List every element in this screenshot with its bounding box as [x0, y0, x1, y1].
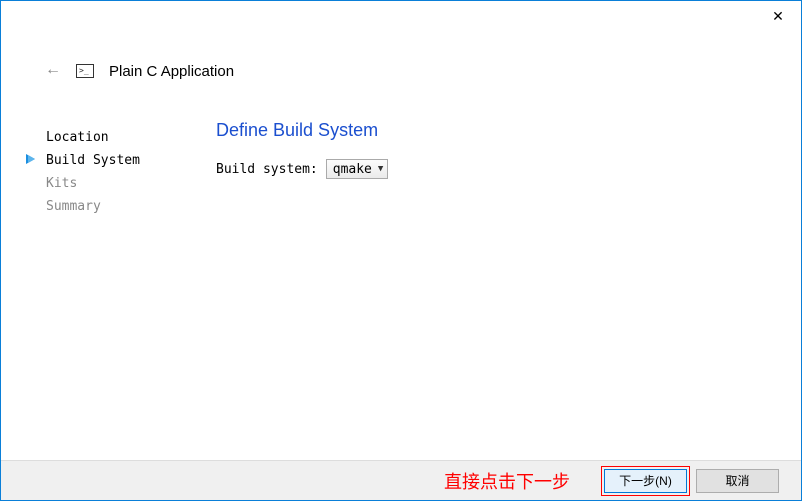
- close-button[interactable]: ✕: [755, 1, 801, 31]
- cancel-button[interactable]: 取消: [696, 469, 779, 493]
- step-label: Build System: [46, 153, 140, 168]
- build-system-label: Build system:: [216, 162, 318, 177]
- step-kits: Kits: [46, 172, 201, 195]
- terminal-icon: [76, 64, 94, 78]
- annotation-highlight: 下一步(N): [601, 466, 690, 496]
- close-icon: ✕: [772, 8, 784, 25]
- wizard-title: Plain C Application: [109, 63, 234, 80]
- next-button-label: 下一步(N): [619, 472, 672, 489]
- footer: 直接点击下一步 下一步(N) 取消: [1, 460, 801, 500]
- build-system-select[interactable]: qmake ▼: [326, 159, 389, 179]
- step-label: Summary: [46, 199, 101, 214]
- step-location: Location: [46, 126, 201, 149]
- annotation-text: 直接点击下一步: [444, 468, 570, 494]
- wizard-steps-sidebar: Location Build System Kits Summary: [1, 126, 201, 218]
- chevron-down-icon: ▼: [378, 164, 383, 174]
- main-panel: Define Build System Build system: qmake …: [201, 126, 801, 218]
- cancel-button-label: 取消: [725, 472, 749, 489]
- header: ← Plain C Application: [1, 31, 801, 81]
- step-summary: Summary: [46, 195, 201, 218]
- back-arrow-icon[interactable]: ←: [45, 61, 61, 81]
- next-button[interactable]: 下一步(N): [604, 469, 687, 493]
- step-label: Location: [46, 130, 109, 145]
- build-system-row: Build system: qmake ▼: [216, 159, 781, 179]
- build-system-value: qmake: [333, 162, 372, 177]
- titlebar: ✕: [1, 1, 801, 31]
- step-build-system: Build System: [46, 149, 201, 172]
- content-area: Location Build System Kits Summary Defin…: [1, 81, 801, 218]
- step-label: Kits: [46, 176, 77, 191]
- page-title: Define Build System: [216, 120, 781, 141]
